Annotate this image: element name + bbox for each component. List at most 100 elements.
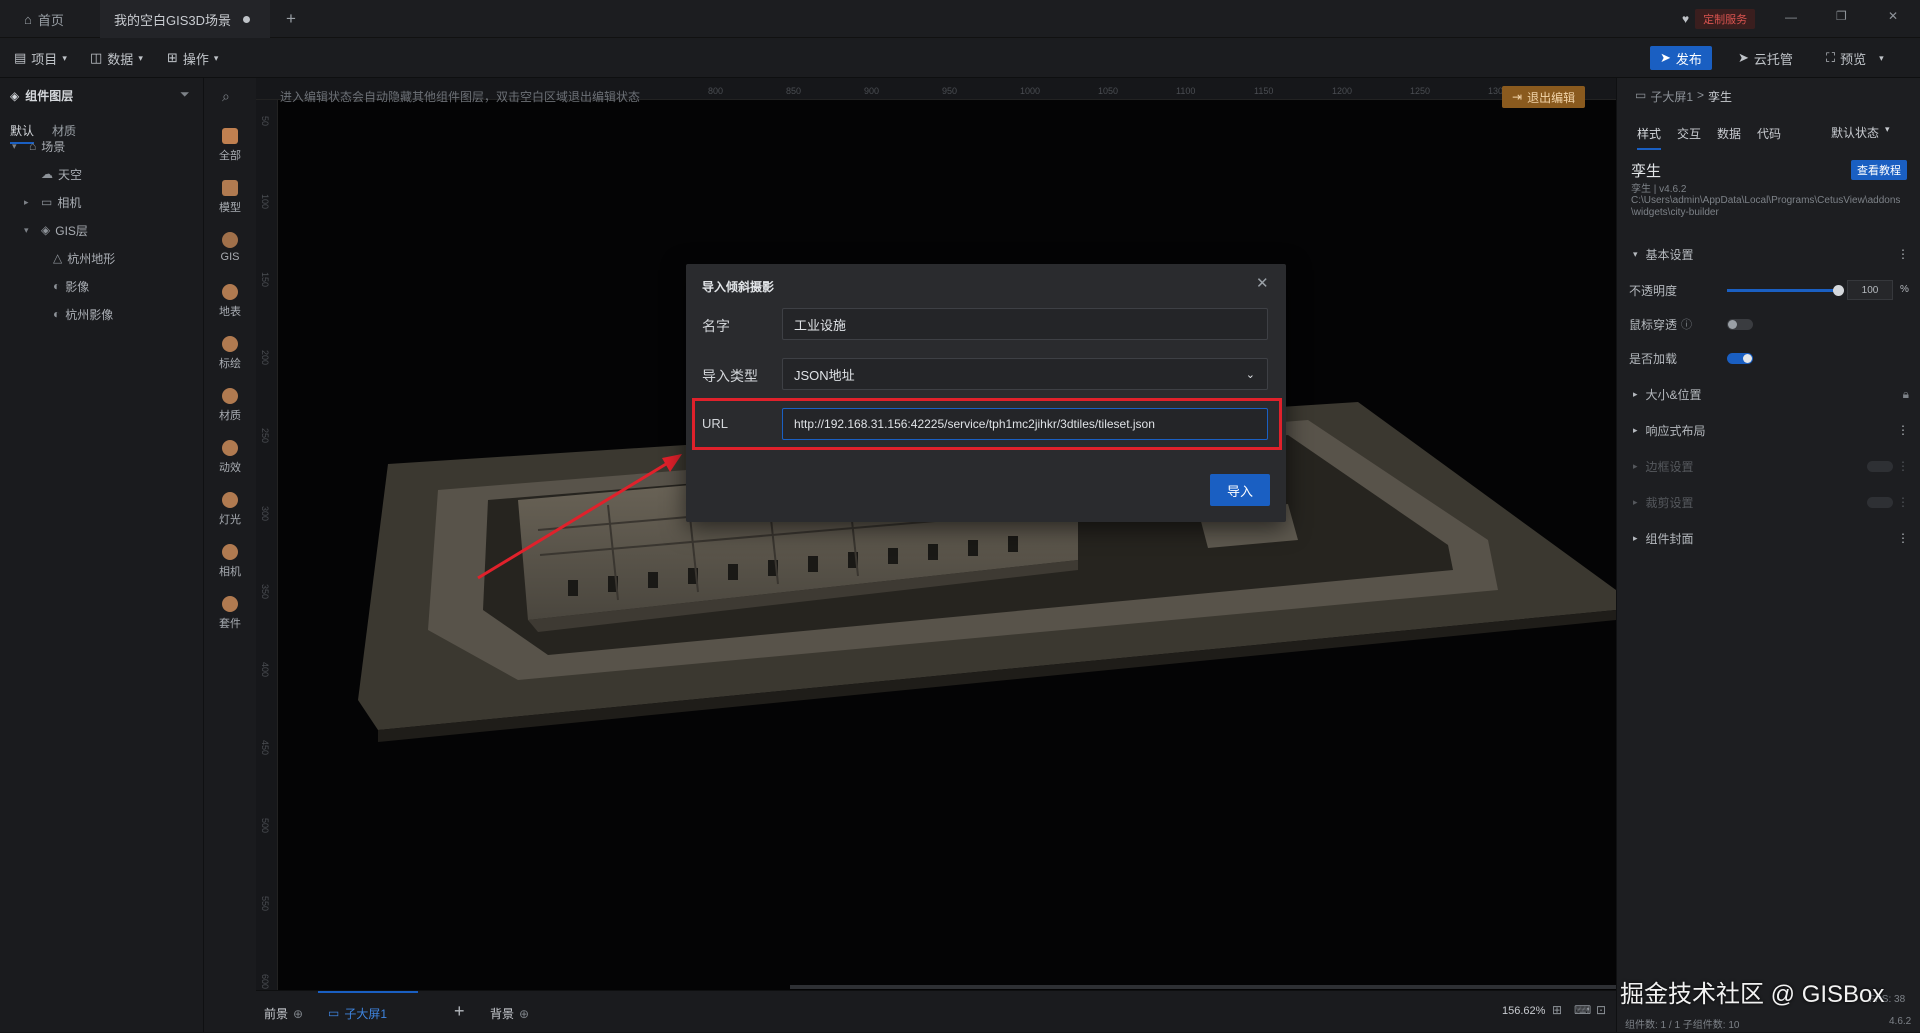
chevron-right-icon: ▸ [1633, 388, 1638, 399]
layer-panel-title: 组件图层 [25, 89, 74, 103]
add-screen-button[interactable]: + [454, 1001, 465, 1022]
exit-edit-button[interactable]: ⇥ 退出编辑 [1502, 86, 1586, 108]
tab-data[interactable]: 数据 [1717, 125, 1741, 142]
crop-toggle[interactable] [1867, 497, 1893, 508]
more-icon[interactable]: ⋮ [1897, 423, 1909, 437]
expand-caret-icon[interactable]: ▾ [24, 225, 36, 236]
name-input[interactable]: 工业设施 [782, 308, 1268, 340]
tab-code[interactable]: 代码 [1757, 125, 1781, 142]
category-button[interactable]: 模型 [204, 180, 256, 215]
section-crop-label: 裁剪设置 [1645, 495, 1694, 510]
exit-icon: ⇥ [1512, 90, 1523, 104]
section-basic-settings[interactable]: ▾ 基本设置 ⋮ [1617, 236, 1920, 272]
section-size-position[interactable]: ▸ 大小&位置 🔒︎ [1617, 376, 1920, 412]
search-icon[interactable]: ⌕ [222, 88, 230, 105]
category-button[interactable]: 动效 [204, 440, 256, 475]
layer-tree-item[interactable]: ☁ 天空 [0, 162, 204, 186]
category-label: 灯光 [219, 514, 241, 526]
layer-tree-item[interactable]: ◐ 杭州影像 [0, 302, 204, 326]
category-button[interactable]: GIS [204, 232, 256, 263]
add-circle-icon[interactable]: ⊕ [519, 1007, 529, 1021]
import-button[interactable]: 导入 [1210, 474, 1270, 506]
filter-icon[interactable]: ⏷ [180, 87, 190, 102]
restore-button[interactable]: ❐ [1836, 9, 1847, 23]
tab-interaction[interactable]: 交互 [1677, 125, 1701, 142]
section-cover[interactable]: ▸ 组件封面 ⋮ [1617, 520, 1920, 556]
category-button[interactable]: 相机 [204, 544, 256, 579]
layer-tree-item[interactable]: △ 杭州地形 [0, 246, 204, 270]
opacity-slider-handle[interactable] [1833, 285, 1844, 296]
terminal-icon[interactable]: ⊡ [1596, 1003, 1606, 1017]
ruler-tick-label: 1050 [1098, 86, 1119, 96]
section-crop[interactable]: ▸ 裁剪设置 ⋮ [1617, 484, 1920, 520]
ruler-tick-label: 500 [260, 818, 270, 834]
section-border[interactable]: ▸ 边框设置 ⋮ [1617, 448, 1920, 484]
ruler-tick-label: 1000 [1020, 86, 1041, 96]
add-tab-button[interactable]: + [272, 0, 310, 38]
import-type-select[interactable]: JSON地址 ⌄ [782, 358, 1268, 390]
opacity-slider[interactable] [1727, 285, 1844, 296]
layer-foreground[interactable]: 前景 ⊕ [264, 1005, 303, 1022]
category-button[interactable]: 标绘 [204, 336, 256, 371]
component-version: 孪生 | v4.6.2 [1631, 184, 1687, 195]
expand-caret-icon[interactable]: ▸ [24, 197, 36, 208]
mouse-through-toggle[interactable] [1727, 319, 1753, 330]
minimize-button[interactable]: — [1785, 10, 1797, 24]
layer-tree-item[interactable]: ▾ ◈ GIS层 [0, 218, 204, 242]
zoom-level[interactable]: 156.62% [1502, 1005, 1545, 1017]
category-button[interactable]: 全部 [204, 128, 256, 163]
scene-canvas[interactable] [278, 100, 1616, 990]
breadcrumb: ▭ 子大屏1 > 孪生 [1635, 88, 1732, 105]
publish-button[interactable]: ➤ 发布 [1650, 46, 1712, 70]
layer-tree-item[interactable]: ▾ ⌂ 场景 [0, 134, 204, 158]
close-window-button[interactable]: ✕ [1888, 9, 1898, 23]
layer-panel: ◈ 组件图层 ⏷ 默认 材质 ▾ ⌂ 场景 ☁ 天空 ▸ ▭ 相机 ▾ ◈ GIS层 △ 杭州地形 ◐ 影像… [0, 78, 204, 1032]
imagery-icon: ◐ [53, 279, 61, 293]
help-icon: ⓘ [1681, 319, 1693, 331]
more-icon[interactable]: ⋮ [1897, 247, 1909, 261]
layer-background[interactable]: 背景 ⊕ [490, 1005, 529, 1022]
lock-icon[interactable]: 🔒︎ [1903, 387, 1909, 402]
fit-screen-icon[interactable]: ⊞ [1552, 1003, 1562, 1017]
home-icon: ⌂ [24, 11, 32, 27]
menu-operate[interactable]: ⊞ 操作 ▾ [167, 38, 218, 78]
tutorial-button[interactable]: 查看教程 [1851, 160, 1907, 180]
close-icon[interactable]: ✕ [1256, 274, 1269, 292]
layer-tree-item-label: 影像 [65, 279, 90, 294]
category-icon [222, 336, 238, 352]
category-button[interactable]: 材质 [204, 388, 256, 423]
opacity-input[interactable]: 100 [1847, 280, 1893, 300]
loaded-toggle[interactable] [1727, 353, 1753, 364]
border-toggle[interactable] [1867, 461, 1893, 472]
tab-home[interactable]: ⌂ 首页 [10, 0, 78, 38]
cloud-hosting-button[interactable]: ➤ 云托管 [1738, 38, 1793, 78]
state-select[interactable]: 默认状态 ▾ [1831, 124, 1890, 141]
url-input[interactable]: http://192.168.31.156:42225/service/tph1… [782, 408, 1268, 440]
category-button[interactable]: 套件 [204, 596, 256, 631]
name-label: 名字 [702, 318, 730, 334]
custom-service-button[interactable]: ♥ 定制服务 [1682, 9, 1756, 29]
more-icon[interactable]: ⋮ [1897, 531, 1909, 545]
category-button[interactable]: 地表 [204, 284, 256, 319]
more-icon[interactable]: ⋮ [1897, 495, 1909, 509]
tab-style[interactable]: 样式 [1637, 125, 1662, 150]
preview-button[interactable]: ⛶ 预览 ▾ [1826, 38, 1884, 78]
menu-data[interactable]: ◫ 数据 ▾ [90, 38, 143, 78]
tab-scene[interactable]: 我的空白GIS3D场景 [100, 0, 270, 38]
horizontal-scrollbar[interactable] [790, 985, 1616, 989]
add-circle-icon[interactable]: ⊕ [293, 1007, 303, 1021]
menu-project[interactable]: ▤ 项目 ▾ [14, 38, 67, 78]
ruler-tick-label: 100 [260, 194, 270, 210]
expand-caret-icon[interactable]: ▾ [12, 141, 24, 152]
breadcrumb-current: 孪生 [1708, 90, 1733, 104]
more-icon[interactable]: ⋮ [1897, 459, 1909, 473]
category-label: GIS [220, 251, 240, 263]
section-responsive[interactable]: ▸ 响应式布局 ⋮ [1617, 412, 1920, 448]
tab-sub-screen[interactable]: ▭ 子大屏1 [318, 991, 418, 1033]
breadcrumb-parent[interactable]: 子大屏1 [1650, 88, 1693, 105]
layer-tree-item[interactable]: ◐ 影像 [0, 274, 204, 298]
category-button[interactable]: 灯光 [204, 492, 256, 527]
chevron-down-icon: ▾ [213, 52, 219, 63]
layer-tree-item[interactable]: ▸ ▭ 相机 [0, 190, 204, 214]
keyboard-icon[interactable]: ⌨ [1574, 1003, 1591, 1017]
